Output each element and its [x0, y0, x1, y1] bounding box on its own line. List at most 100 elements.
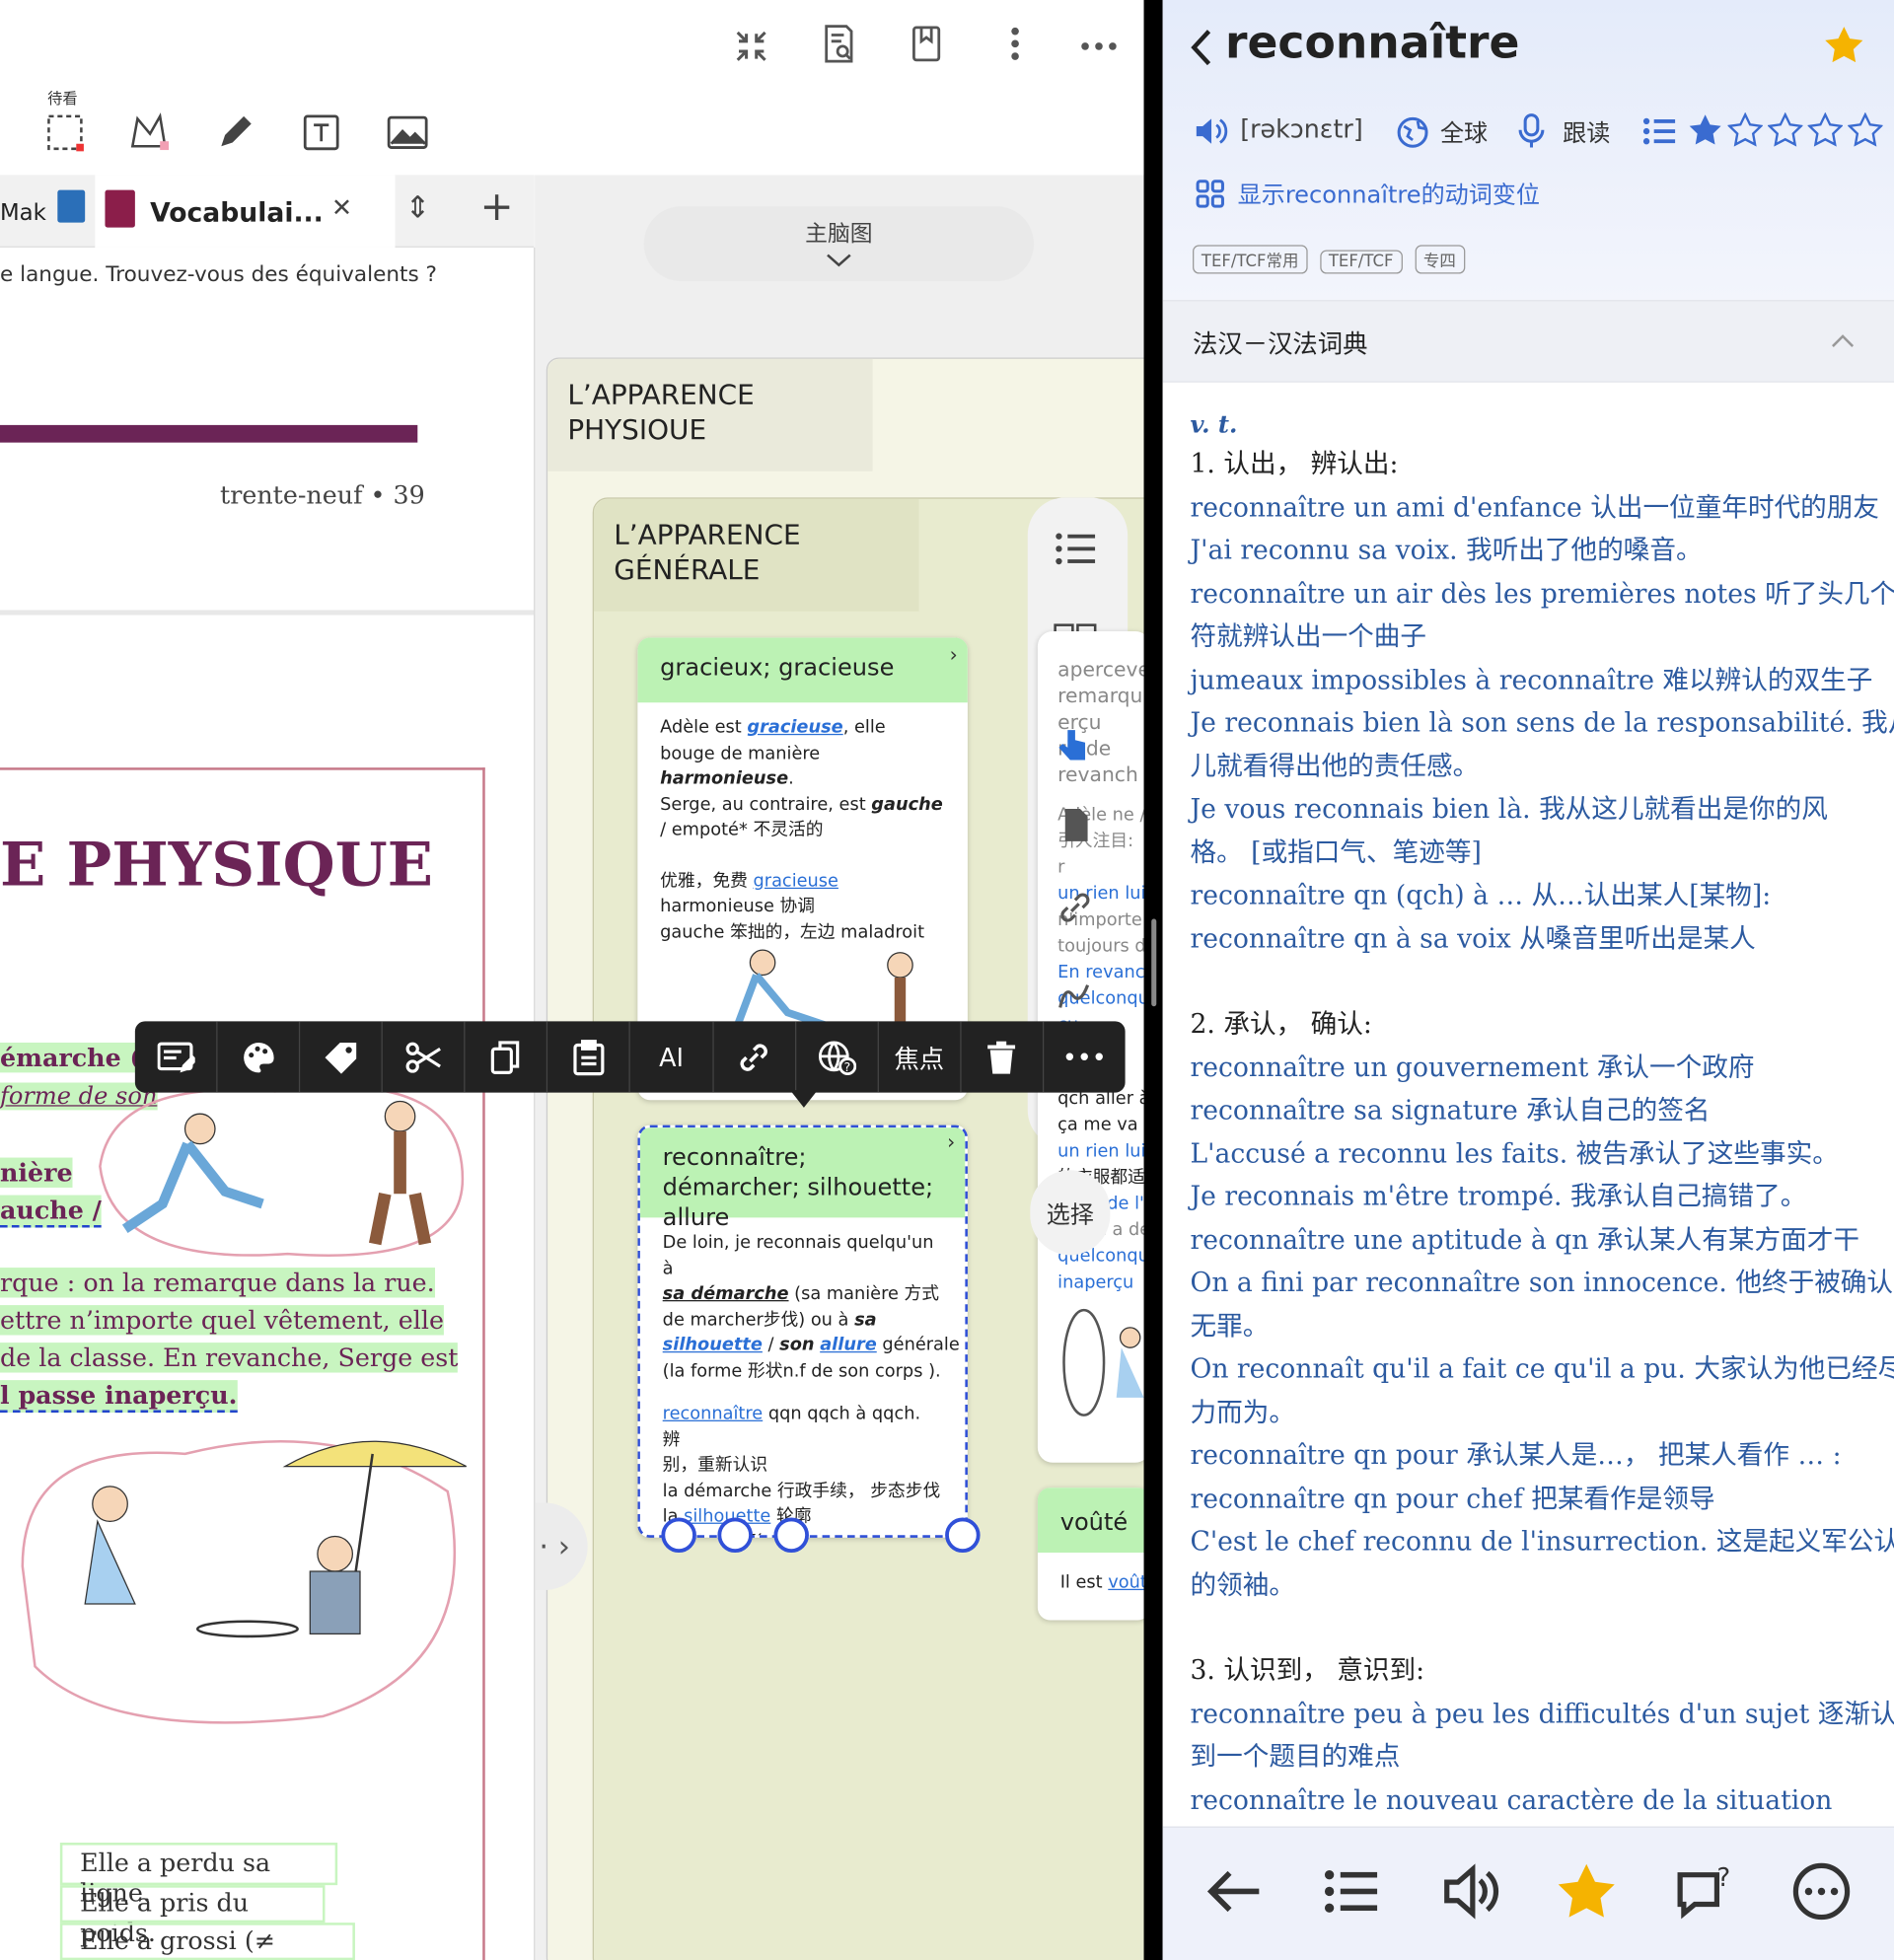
link-silhouette[interactable]: silhouette — [663, 1336, 763, 1355]
example-line[interactable]: J'ai reconnu sa voix. 我听出了他的嗓音。 — [1190, 529, 1866, 572]
example-line[interactable]: 无罪。 — [1190, 1304, 1866, 1347]
card-expand-icon[interactable]: › — [947, 1130, 955, 1154]
resize-handle-icon[interactable] — [945, 1517, 981, 1554]
more-icon[interactable]: ••• — [1044, 1021, 1125, 1092]
rect-select-icon[interactable] — [40, 108, 91, 158]
tab-close-icon[interactable]: ✕ — [331, 192, 352, 222]
link-reconnaitre[interactable]: reconnaître — [663, 1404, 764, 1423]
main-mindmap-button[interactable]: 主脑图 — [643, 206, 1035, 282]
microphone-icon[interactable] — [1518, 112, 1546, 150]
card-expand-icon[interactable]: › — [950, 642, 958, 666]
copy-icon[interactable] — [466, 1021, 548, 1093]
example-line[interactable]: reconnaître qn à sa voix 从嗓音里听出是某人 — [1190, 917, 1866, 961]
example-line[interactable]: Je reconnais m'être trompé. 我承认自己搞错了。 — [1190, 1175, 1866, 1218]
example-line[interactable]: 符就辨认出一个曲子 — [1190, 616, 1866, 659]
paste-icon[interactable] — [548, 1021, 631, 1093]
example-line[interactable]: 格。 [或指口气、笔迹等] — [1190, 831, 1866, 874]
grid-icon[interactable] — [1196, 179, 1225, 208]
example-line[interactable]: reconnaître un air dès les premières not… — [1190, 572, 1894, 616]
link-icon[interactable] — [713, 1021, 796, 1093]
example-line[interactable]: 的领袖。 — [1190, 1563, 1866, 1607]
split-handle[interactable] — [1151, 918, 1157, 1007]
back-chevron-icon[interactable] — [1190, 28, 1212, 68]
example-line[interactable]: reconnaître un gouvernement 承认一个政府 — [1190, 1046, 1866, 1089]
card-reconnaitre[interactable]: reconnaître; démarcher; silhouette; allu… — [637, 1125, 968, 1538]
link-gracieuse-2[interactable]: gracieuse — [754, 871, 838, 891]
region-label[interactable]: 全球 — [1440, 115, 1488, 149]
outline-list-icon[interactable] — [1056, 533, 1096, 565]
example-line[interactable]: Je vous reconnais bien là. 我从这儿就看出是你的风 — [1190, 787, 1866, 831]
link-allure[interactable]: allure — [820, 1336, 877, 1355]
star-rating[interactable] — [1688, 112, 1883, 147]
more-dots-icon[interactable] — [1077, 25, 1120, 67]
squiggle-icon[interactable] — [1056, 978, 1093, 1015]
collapse-icon[interactable] — [730, 25, 772, 67]
example-line[interactable]: reconnaître qn (qch) à … 从…认出某人[某物]: — [1190, 874, 1866, 917]
example-line[interactable]: 儿就看得出他的责任感。 — [1190, 745, 1866, 788]
hand-pointer-icon[interactable] — [1056, 725, 1093, 765]
example-line[interactable]: L'accusé a reconnu les faits. 被告承认了这些事实。 — [1190, 1132, 1866, 1176]
example-line[interactable]: C'est le chef reconnu de l'insurrection.… — [1190, 1520, 1894, 1563]
rating-star-empty-icon[interactable] — [1768, 112, 1803, 147]
palette-icon[interactable] — [218, 1021, 301, 1093]
example-line[interactable]: reconnaître sa signature 承认自己的签名 — [1190, 1089, 1866, 1132]
text-box-icon[interactable] — [296, 108, 346, 158]
document-icon[interactable] — [1057, 806, 1092, 843]
tab-add-icon[interactable]: + — [480, 182, 514, 230]
example-line[interactable]: reconnaître qn pour chef 把某看作是领导 — [1190, 1477, 1866, 1520]
back-arrow-icon[interactable] — [1203, 1860, 1266, 1923]
handle-sibling-icon[interactable] — [773, 1517, 809, 1554]
pen-icon[interactable] — [210, 108, 260, 158]
root-node-title[interactable]: L’APPARENCE PHYSIOUE — [547, 358, 873, 472]
example-line[interactable]: jumeaux impossibles à reconnaître 难以辨认的双… — [1190, 658, 1872, 701]
example-line[interactable]: reconnaître qn pour 承认某人是…， 把某人看作 … : — [1190, 1434, 1866, 1478]
rating-star-empty-icon[interactable] — [1727, 112, 1763, 147]
section-header[interactable]: 法汉－汉法词典 — [1162, 300, 1894, 383]
example-line[interactable]: Je reconnais bien là son sens de la resp… — [1190, 701, 1894, 745]
example-line[interactable]: On reconnaît qu'il a fait ce qu'il a pu.… — [1190, 1347, 1894, 1391]
card-voute[interactable]: voûté Il est voûté — [1037, 1488, 1144, 1621]
example-line[interactable]: reconnaître un ami d'enfance 认出一位童年时代的朋友 — [1190, 485, 1878, 529]
follow-read-label[interactable]: 跟读 — [1563, 115, 1610, 149]
handle-comment-icon[interactable] — [661, 1517, 696, 1554]
rating-star-filled-icon[interactable] — [1688, 112, 1722, 147]
search-document-icon[interactable] — [818, 23, 860, 65]
link-small-icon[interactable] — [1057, 890, 1092, 924]
more-circle-icon[interactable] — [1790, 1860, 1853, 1923]
tag-icon[interactable] — [300, 1021, 384, 1093]
rating-star-empty-icon[interactable] — [1807, 112, 1844, 147]
rating-star-empty-icon[interactable] — [1848, 112, 1883, 147]
select-button[interactable]: 选择 — [1030, 1170, 1111, 1256]
list-icon[interactable] — [1642, 117, 1676, 145]
example-line[interactable]: On a fini par reconnaître son innocence.… — [1190, 1262, 1893, 1305]
tag-level-4[interactable]: 专四 — [1414, 245, 1465, 274]
vertical-dots-icon[interactable] — [994, 23, 1037, 65]
example-line[interactable]: 到一个题目的难点 — [1190, 1735, 1866, 1779]
branch-title[interactable]: L’APPARENCE GÉNÉRALE — [593, 498, 919, 612]
ai-button[interactable]: AI — [630, 1021, 714, 1093]
tab-sort-icon[interactable]: ⇕ — [405, 190, 430, 225]
example-line[interactable]: 力而为。 — [1190, 1391, 1866, 1434]
scissors-icon[interactable] — [383, 1021, 466, 1093]
web-search-icon[interactable]: ? — [796, 1021, 879, 1093]
question-card-icon[interactable]: ? — [1673, 1860, 1735, 1923]
example-line[interactable]: reconnaître le nouveau caractère de la s… — [1190, 1779, 1866, 1822]
handle-child-icon[interactable] — [717, 1517, 753, 1554]
bookmark-icon[interactable] — [906, 23, 948, 65]
star-icon[interactable] — [1556, 1860, 1618, 1923]
image-icon[interactable] — [383, 108, 433, 158]
link-gracieuse[interactable]: gracieuse — [747, 717, 842, 737]
list-icon[interactable] — [1320, 1860, 1382, 1923]
trash-icon[interactable] — [961, 1021, 1045, 1093]
link-voute[interactable]: voûté — [1108, 1572, 1143, 1592]
example-line[interactable]: reconnaître peu à peu les difficultés d'… — [1190, 1692, 1894, 1735]
focus-button[interactable]: 焦点 — [879, 1021, 962, 1093]
speaker-icon[interactable] — [1193, 115, 1228, 148]
tag-tef[interactable]: TEF/TCF — [1319, 250, 1403, 274]
tag-tef-common[interactable]: TEF/TCF常用 — [1193, 245, 1308, 274]
lasso-icon[interactable] — [125, 108, 176, 158]
globe-icon[interactable] — [1395, 115, 1429, 150]
example-line[interactable]: reconnaître une aptitude à qn 承认某人有某方面才干 — [1190, 1218, 1866, 1262]
tab-truncated[interactable]: Mak — [0, 200, 46, 227]
chevron-up-icon[interactable] — [1830, 333, 1855, 348]
